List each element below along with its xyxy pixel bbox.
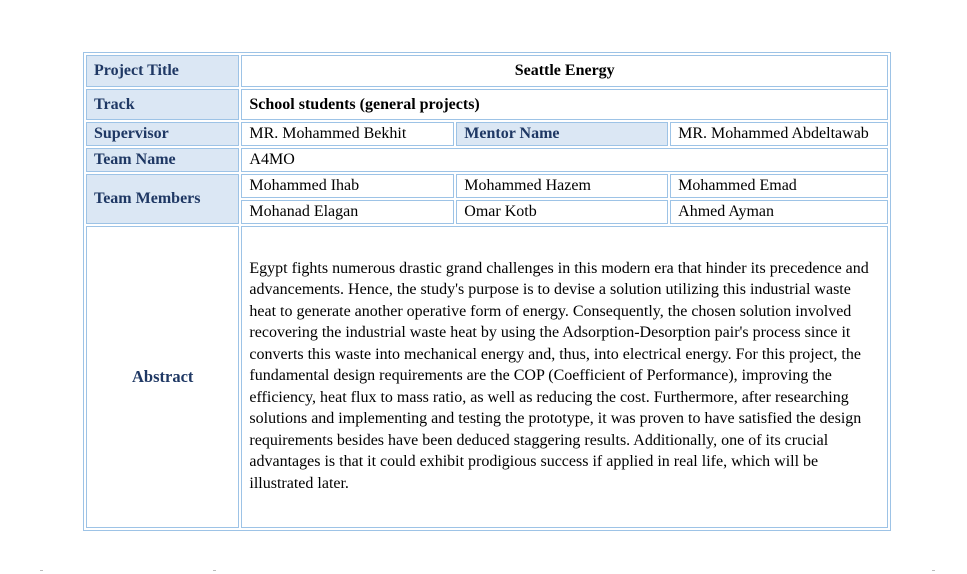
- mentor-value: MR. Mohammed Abdeltawab: [670, 122, 888, 146]
- team-member: Ahmed Ayman: [670, 200, 888, 224]
- mentor-label: Mentor Name: [456, 122, 669, 146]
- team-member: Mohanad Elagan: [241, 200, 455, 224]
- row-track: Track School students (general projects): [86, 89, 888, 120]
- team-name-label: Team Name: [86, 148, 240, 172]
- team-name-value: A4MO: [241, 148, 888, 172]
- track-label: Track: [86, 89, 240, 120]
- page-corner-mark: [932, 570, 935, 571]
- team-members-label: Team Members: [86, 174, 240, 224]
- page-corner-mark: [40, 570, 43, 571]
- page-corner-mark: [213, 570, 216, 571]
- supervisor-label: Supervisor: [86, 122, 240, 146]
- row-team-name: Team Name A4MO: [86, 148, 888, 172]
- project-info-table: Project Title Seattle Energy Track Schoo…: [83, 52, 891, 531]
- row-supervisor: Supervisor MR. Mohammed Bekhit Mentor Na…: [86, 122, 888, 146]
- team-member: Mohammed Ihab: [241, 174, 455, 198]
- supervisor-value: MR. Mohammed Bekhit: [241, 122, 455, 146]
- abstract-cell: Egypt fights numerous drastic grand chal…: [241, 226, 888, 528]
- team-member: Omar Kotb: [456, 200, 669, 224]
- row-abstract: Abstract Egypt fights numerous drastic g…: [86, 226, 888, 528]
- team-member: Mohammed Emad: [670, 174, 888, 198]
- track-value: School students (general projects): [241, 89, 888, 120]
- project-title-value: Seattle Energy: [241, 55, 888, 87]
- abstract-label: Abstract: [86, 226, 240, 528]
- team-member: Mohammed Hazem: [456, 174, 669, 198]
- abstract-text: Egypt fights numerous drastic grand chal…: [249, 259, 869, 492]
- row-team-members-1: Team Members Mohammed Ihab Mohammed Haze…: [86, 174, 888, 224]
- project-title-label: Project Title: [86, 55, 240, 87]
- row-project-title: Project Title Seattle Energy: [86, 55, 888, 87]
